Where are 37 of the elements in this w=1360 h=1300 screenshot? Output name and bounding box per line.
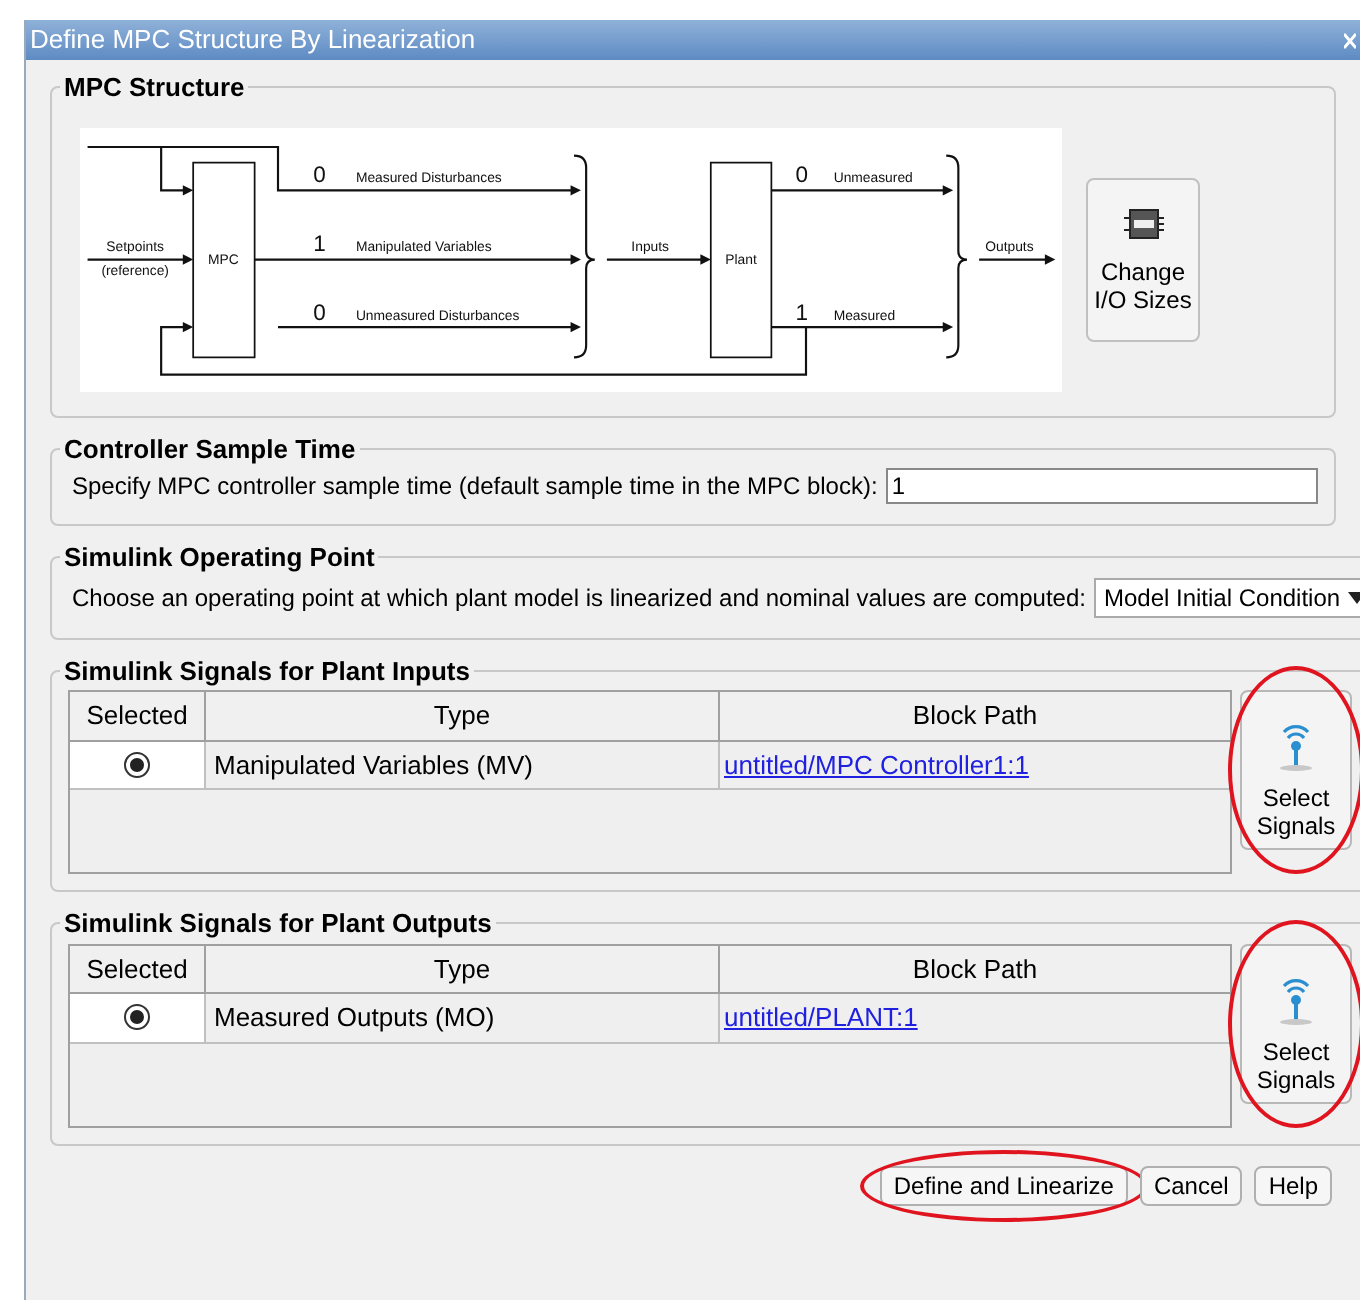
group-title: Simulink Signals for Plant Inputs [62, 653, 472, 690]
group-title: Simulink Operating Point [62, 540, 377, 576]
column-header: Block Path [910, 698, 1040, 734]
select-signals-button[interactable]: Select Signals [1240, 690, 1352, 850]
close-icon[interactable] [1344, 31, 1356, 49]
operating-point-dropdown[interactable]: Model Initial Condition [1093, 577, 1360, 617]
column-header: Selected [70, 945, 206, 992]
field-label: Specify MPC controller sample time (default sample time in the MPC block): [72, 470, 878, 504]
signal-count: 1 [795, 301, 808, 326]
signal-count: 0 [795, 162, 808, 187]
signal-count: 0 [313, 162, 326, 187]
field-label: Choose an operating point at which plant model is linearized and nominal values are computed: [72, 581, 1086, 615]
signal-count: 1 [313, 231, 326, 256]
sample-time-field[interactable]: 1 [885, 468, 1318, 504]
table-cell: Measured Outputs (MO) [206, 994, 720, 1041]
column-header: Type [206, 692, 720, 739]
mpc-block-icon [1121, 205, 1165, 241]
select-signals-button[interactable]: Select Signals [1240, 943, 1352, 1103]
table-cell: Manipulated Variables (MV) [206, 741, 720, 788]
column-header: Type [206, 945, 720, 992]
column-header: Selected [70, 692, 206, 739]
group-title: Controller Sample Time [62, 431, 358, 468]
dialog-button[interactable]: Help [1254, 1165, 1332, 1205]
change-io-sizes-button[interactable]: Change I/O Sizes [1086, 177, 1200, 341]
column-header: Block Path [910, 951, 1040, 987]
radio-button[interactable] [124, 1004, 150, 1031]
radio-button[interactable] [124, 751, 150, 778]
signal-probe-icon [1278, 973, 1314, 1025]
window-title: Define MPC Structure By Linearization [30, 22, 476, 59]
signal-count: 0 [313, 301, 326, 326]
group-title: MPC Structure [62, 70, 247, 106]
signal-probe-icon [1278, 720, 1314, 772]
dialog-button[interactable]: Cancel [1139, 1165, 1243, 1205]
block-path-link[interactable]: untitled/PLANT:1 [724, 1002, 918, 1032]
dialog-button[interactable]: Define and Linearize [879, 1165, 1128, 1205]
block-path-link[interactable]: untitled/MPC Controller1:1 [724, 749, 1029, 779]
group-title: Simulink Signals for Plant Outputs [62, 906, 494, 942]
